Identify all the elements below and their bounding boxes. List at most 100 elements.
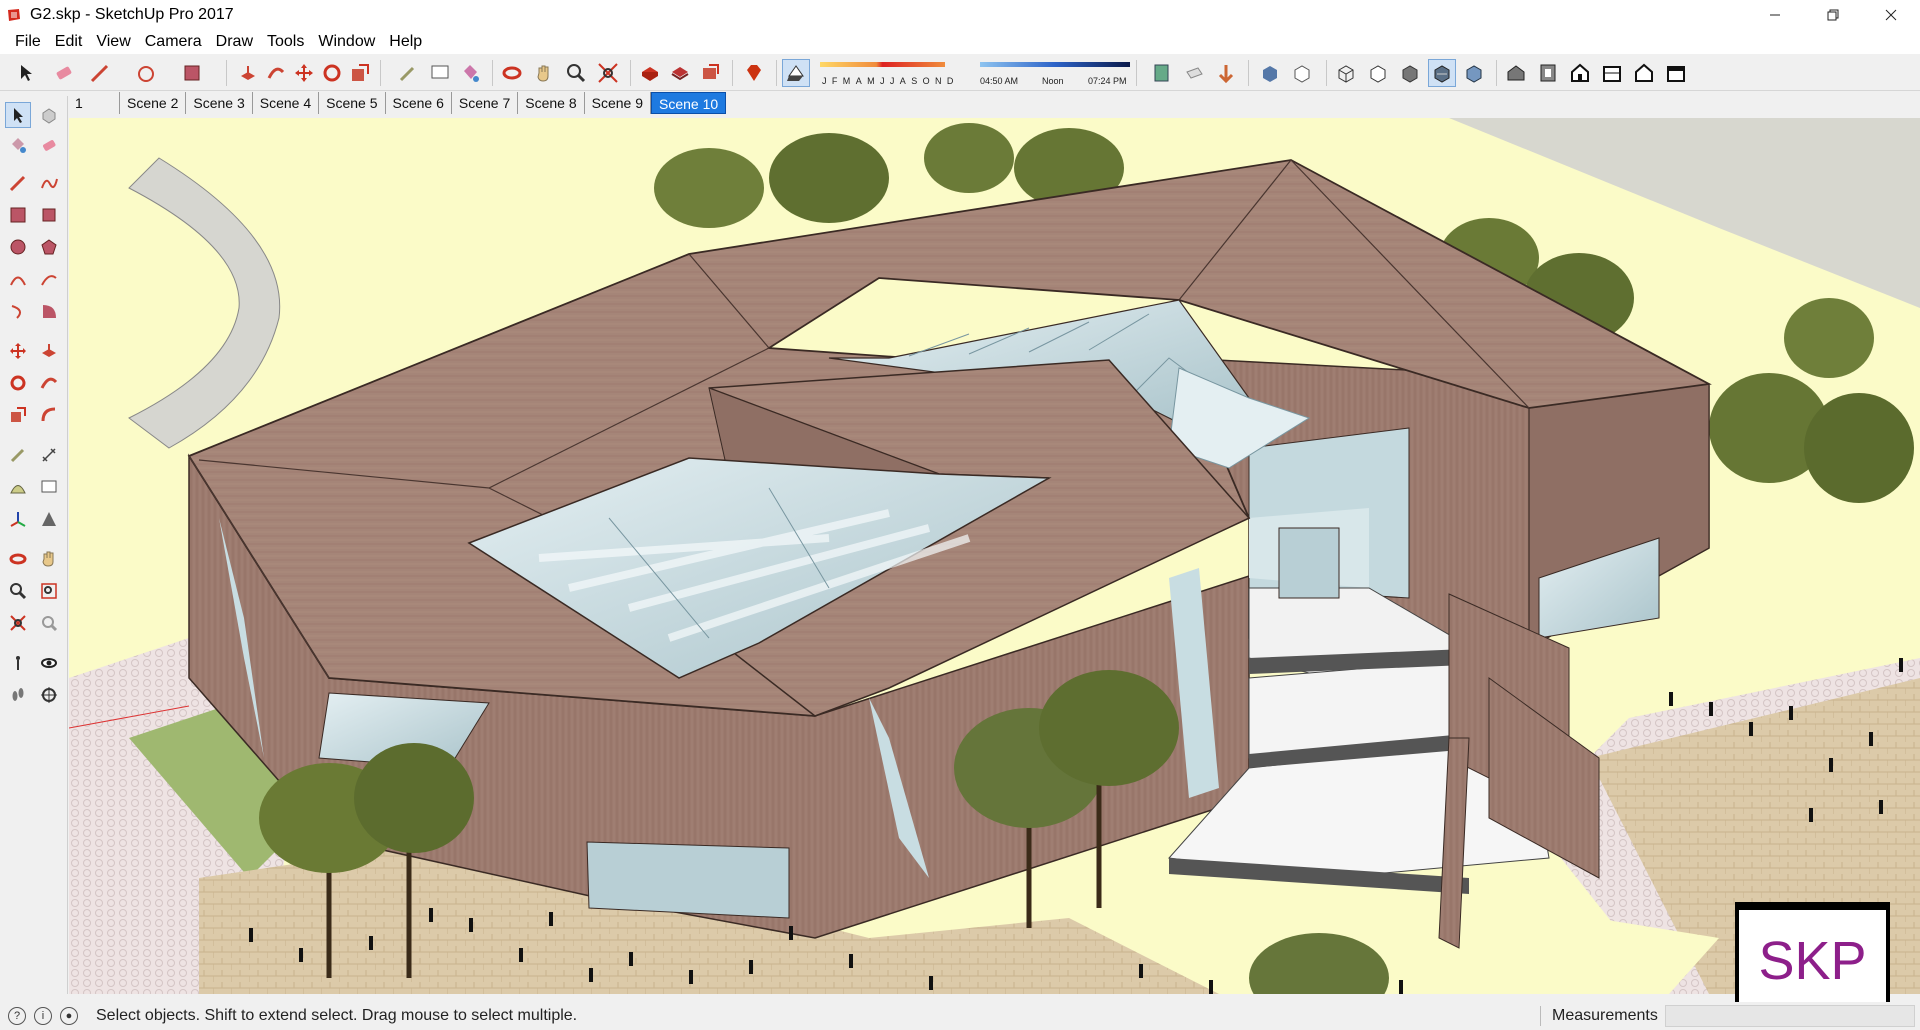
lt-dimension-button[interactable]: [36, 442, 62, 468]
eraser-tool-button[interactable]: [50, 59, 78, 87]
push-pull-tool-button[interactable]: [234, 59, 262, 87]
lt-arc-button[interactable]: [5, 266, 31, 292]
line-tool-button[interactable]: [86, 59, 114, 87]
scene-tab-10[interactable]: Scene 10: [651, 92, 727, 114]
display-section-planes-button[interactable]: [1180, 59, 1208, 87]
monochrome-style-button[interactable]: [1460, 59, 1488, 87]
zoom-extents-tool-button[interactable]: [594, 59, 622, 87]
month-slider[interactable]: [820, 58, 945, 72]
extension-manager-button[interactable]: [740, 59, 768, 87]
lt-position-camera-button[interactable]: [5, 650, 31, 676]
lt-scale-button[interactable]: [5, 402, 31, 428]
follow-me-tool-button[interactable]: [262, 59, 290, 87]
geo-location-icon[interactable]: ?: [8, 1007, 26, 1025]
lt-paint-bucket-button[interactable]: [5, 132, 31, 158]
toggle-shadows-button[interactable]: [782, 59, 810, 87]
iso-view-button[interactable]: [1502, 59, 1530, 87]
extension-warehouse-button[interactable]: [696, 59, 724, 87]
lt-previous-view-button[interactable]: [36, 610, 62, 636]
menu-view[interactable]: View: [89, 30, 137, 54]
lt-select-button[interactable]: [5, 102, 31, 128]
scene-tab-7[interactable]: Scene 7: [452, 92, 519, 114]
lt-pan-button[interactable]: [36, 546, 62, 572]
menu-draw[interactable]: Draw: [209, 30, 260, 54]
3d-warehouse-button[interactable]: [636, 59, 664, 87]
menu-file[interactable]: File: [8, 30, 48, 54]
time-slider[interactable]: [980, 58, 1130, 72]
menu-help[interactable]: Help: [382, 30, 429, 54]
lt-walk-button[interactable]: [5, 682, 31, 708]
section-plane-button[interactable]: [1148, 59, 1176, 87]
lt-freehand-button[interactable]: [36, 170, 62, 196]
minimize-button[interactable]: [1746, 0, 1804, 30]
zoom-tool-button[interactable]: [562, 59, 590, 87]
lt-3pt-arc-button[interactable]: [5, 298, 31, 324]
lt-orbit-button[interactable]: [5, 546, 31, 572]
shaded-with-textures-style-button[interactable]: [1428, 59, 1456, 87]
lt-follow-me-button[interactable]: [36, 370, 62, 396]
lt-make-component-button[interactable]: [36, 102, 62, 128]
close-button[interactable]: [1862, 0, 1920, 30]
top-view-button[interactable]: [1534, 59, 1562, 87]
info-icon[interactable]: i: [34, 1007, 52, 1025]
scene-tab-3[interactable]: Scene 3: [186, 92, 253, 114]
scene-tab-6[interactable]: Scene 6: [386, 92, 452, 114]
menu-window[interactable]: Window: [311, 30, 382, 54]
lt-rotated-rectangle-button[interactable]: [36, 202, 62, 228]
back-view-button[interactable]: [1630, 59, 1658, 87]
left-view-button[interactable]: [1662, 59, 1690, 87]
measurements-input[interactable]: [1665, 1005, 1915, 1027]
scene-tab-4[interactable]: Scene 4: [253, 92, 320, 114]
front-view-button[interactable]: [1566, 59, 1594, 87]
scene-tab-9[interactable]: Scene 9: [585, 92, 651, 114]
scene-tab-1[interactable]: 1: [68, 92, 120, 114]
lt-eraser-button[interactable]: [36, 132, 62, 158]
text-tool-button[interactable]: [426, 59, 454, 87]
lt-zoom-button[interactable]: [5, 578, 31, 604]
pan-tool-button[interactable]: [530, 59, 558, 87]
paint-bucket-tool-button[interactable]: [456, 59, 484, 87]
rotate-tool-button[interactable]: [318, 59, 346, 87]
menu-tools[interactable]: Tools: [260, 30, 311, 54]
lt-text-button[interactable]: [36, 474, 62, 500]
lt-pie-button[interactable]: [36, 298, 62, 324]
hidden-line-style-button[interactable]: [1364, 59, 1392, 87]
lt-2pt-arc-button[interactable]: [36, 266, 62, 292]
scale-tool-button[interactable]: [346, 59, 374, 87]
lt-rectangle-button[interactable]: [5, 202, 31, 228]
scene-tab-2[interactable]: Scene 2: [120, 92, 187, 114]
lt-look-around-button[interactable]: [36, 650, 62, 676]
lt-protractor-button[interactable]: [5, 474, 31, 500]
xray-style-button[interactable]: [1256, 59, 1284, 87]
orbit-tool-button[interactable]: [498, 59, 526, 87]
lt-section-plane-button[interactable]: [36, 682, 62, 708]
display-section-cuts-button[interactable]: [1212, 59, 1240, 87]
lt-3d-text-button[interactable]: [36, 506, 62, 532]
lt-line-button[interactable]: [5, 170, 31, 196]
lt-tape-measure-button[interactable]: [5, 442, 31, 468]
select-tool-button[interactable]: [12, 59, 40, 87]
shapes-tool-button[interactable]: [134, 59, 162, 87]
scene-tab-5[interactable]: Scene 5: [319, 92, 386, 114]
right-view-button[interactable]: [1598, 59, 1626, 87]
menu-edit[interactable]: Edit: [48, 30, 90, 54]
lt-axes-button[interactable]: [5, 506, 31, 532]
lt-offset-button[interactable]: [36, 402, 62, 428]
user-account-icon[interactable]: ●: [60, 1007, 78, 1025]
rectangle-tool-button[interactable]: [178, 59, 206, 87]
lt-zoom-window-button[interactable]: [36, 578, 62, 604]
wireframe-style-button[interactable]: [1332, 59, 1360, 87]
tape-measure-tool-button[interactable]: [394, 59, 422, 87]
back-edges-style-button[interactable]: [1288, 59, 1316, 87]
scene-tab-8[interactable]: Scene 8: [518, 92, 585, 114]
move-tool-button[interactable]: [290, 59, 318, 87]
model-viewport[interactable]: [69, 118, 1920, 994]
lt-rotate-button[interactable]: [5, 370, 31, 396]
share-model-button[interactable]: [666, 59, 694, 87]
lt-circle-button[interactable]: [5, 234, 31, 260]
shaded-style-button[interactable]: [1396, 59, 1424, 87]
lt-move-button[interactable]: [5, 338, 31, 364]
lt-push-pull-button[interactable]: [36, 338, 62, 364]
lt-polygon-button[interactable]: [36, 234, 62, 260]
menu-camera[interactable]: Camera: [138, 30, 209, 54]
